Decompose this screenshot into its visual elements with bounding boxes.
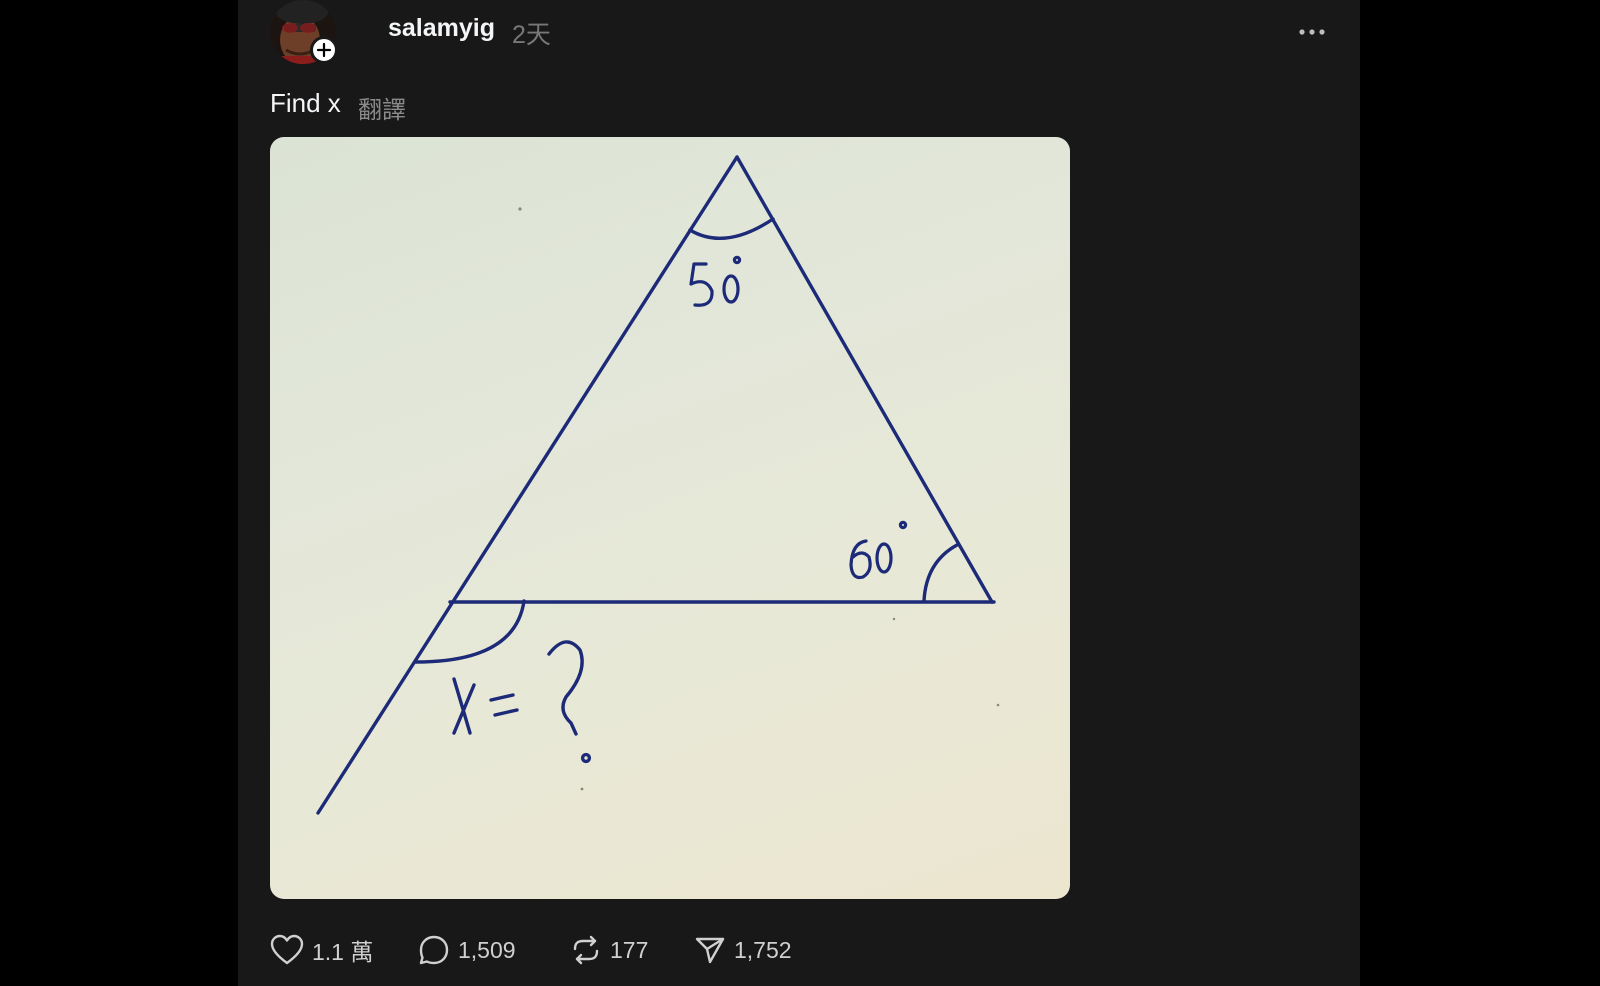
triangle-right-side — [735, 155, 994, 604]
repost-button[interactable]: 177 — [570, 930, 648, 970]
comment-icon — [419, 935, 449, 965]
heart-icon — [270, 934, 304, 965]
translate-link[interactable]: 翻譯 — [358, 90, 406, 125]
follow-button[interactable] — [310, 36, 338, 64]
more-horizontal-icon — [1299, 29, 1325, 35]
top-angle-arc — [688, 217, 775, 241]
equals-sign — [489, 693, 519, 717]
share-button[interactable]: 1,752 — [694, 930, 792, 970]
degree-top — [732, 255, 742, 265]
avatar-container[interactable] — [270, 0, 338, 66]
label-five-top — [689, 262, 714, 307]
feed-column: salamyig 2天 Find x 翻譯 1.1 萬 1,509 177 1,… — [238, 0, 1360, 986]
post-header: salamyig 2天 — [270, 0, 1330, 64]
post-caption: Find x — [270, 88, 341, 118]
reply-button[interactable]: 1,509 — [418, 930, 516, 970]
x-letter — [452, 677, 476, 735]
right-angle-arc — [922, 543, 959, 603]
triangle-drawing — [316, 155, 1000, 815]
post-timestamp: 2天 — [512, 21, 551, 49]
question-dot — [580, 752, 592, 764]
reply-count: 1,509 — [458, 936, 516, 963]
action-bar: 1.1 萬 1,509 177 1,752 — [270, 930, 830, 970]
post-image[interactable] — [270, 137, 1070, 899]
share-count: 1,752 — [734, 936, 792, 963]
username[interactable]: salamyig — [388, 14, 495, 43]
plus-icon — [316, 42, 332, 58]
repost-icon — [573, 935, 599, 965]
send-icon — [695, 937, 725, 964]
like-count: 1.1 萬 — [312, 939, 374, 965]
degree-right — [898, 520, 908, 530]
question-mark — [547, 640, 584, 736]
repost-count: 177 — [610, 936, 649, 963]
label-zero-right — [875, 542, 893, 574]
more-options-button[interactable] — [1290, 18, 1334, 46]
label-six-right — [849, 539, 872, 580]
triangle-left-side — [316, 155, 739, 815]
like-button[interactable]: 1.1 萬 — [270, 930, 373, 970]
label-zero-top — [722, 274, 740, 304]
